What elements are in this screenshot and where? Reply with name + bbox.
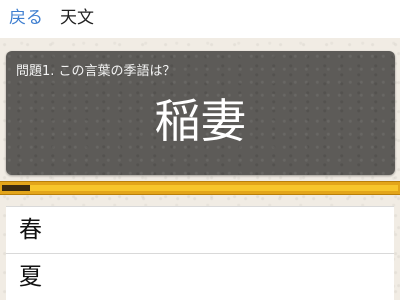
question-card: 問題1. この言葉の季語は？ 稲妻 — [6, 51, 395, 175]
answer-option-2[interactable]: 夏 — [6, 254, 394, 300]
timer-track — [2, 185, 398, 191]
nav-header: 戻る 天文 — [0, 0, 400, 38]
back-button[interactable]: 戻る — [9, 7, 43, 29]
timer-bar — [0, 181, 400, 195]
category-title: 天文 — [60, 8, 94, 28]
question-word: 稲妻 — [154, 94, 247, 148]
answer-list: 春 夏 — [6, 206, 394, 300]
question-label: 問題1. この言葉の季語は？ — [16, 64, 176, 79]
answer-option-1[interactable]: 春 — [6, 207, 394, 254]
timer-elapsed-fill — [2, 185, 30, 191]
